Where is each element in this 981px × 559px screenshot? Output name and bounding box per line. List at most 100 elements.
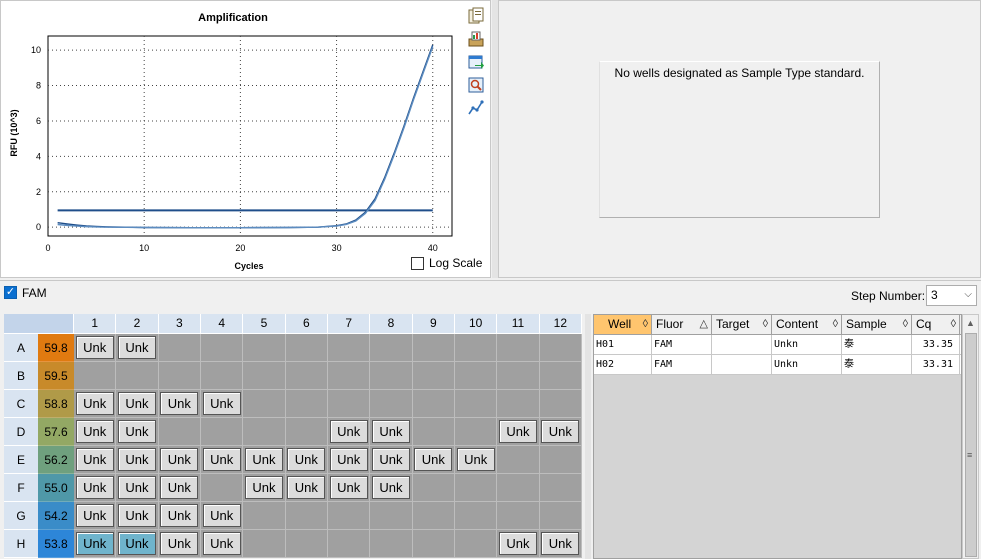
well-B3[interactable]	[158, 362, 201, 390]
well-content-E1[interactable]: Unk	[75, 448, 114, 471]
well-F4[interactable]	[200, 474, 244, 502]
well-C10[interactable]	[454, 390, 498, 418]
zoom-chart-icon[interactable]	[467, 76, 485, 94]
column-header-content[interactable]: Content ◊	[772, 315, 842, 334]
print-chart-icon[interactable]	[467, 30, 485, 48]
column-header-4[interactable]: 4	[200, 314, 244, 334]
well-E3[interactable]: Unk	[158, 446, 201, 474]
well-H7[interactable]	[327, 530, 371, 558]
well-H1[interactable]: Unk	[74, 530, 117, 558]
sort-icon[interactable]: △	[700, 315, 708, 334]
well-C12[interactable]	[539, 390, 582, 418]
column-header-12[interactable]: 12	[539, 314, 582, 334]
well-B4[interactable]	[200, 362, 244, 390]
well-B11[interactable]	[497, 362, 540, 390]
well-B7[interactable]	[327, 362, 371, 390]
well-H4[interactable]: Unk	[200, 530, 244, 558]
well-content-E2[interactable]: Unk	[117, 448, 156, 471]
well-content-E6[interactable]: Unk	[287, 448, 326, 471]
well-D5[interactable]	[243, 418, 286, 446]
export-image-icon[interactable]	[467, 53, 485, 71]
well-E10[interactable]: Unk	[454, 446, 498, 474]
well-F12[interactable]	[539, 474, 582, 502]
well-E11[interactable]	[497, 446, 540, 474]
well-G7[interactable]	[327, 502, 371, 530]
column-header-well[interactable]: Well ◊	[594, 315, 652, 334]
column-header-sample[interactable]: Sample ◊	[842, 315, 912, 334]
well-C1[interactable]: Unk	[74, 390, 117, 418]
well-G6[interactable]	[285, 502, 328, 530]
well-D11[interactable]: Unk	[497, 418, 540, 446]
well-G8[interactable]	[370, 502, 413, 530]
well-B12[interactable]	[539, 362, 582, 390]
fam-checkbox[interactable]: ✓	[4, 286, 17, 299]
well-A3[interactable]	[158, 334, 201, 362]
well-F1[interactable]: Unk	[74, 474, 117, 502]
well-C9[interactable]	[412, 390, 455, 418]
well-A4[interactable]	[200, 334, 244, 362]
column-header-target[interactable]: Target ◊	[712, 315, 772, 334]
column-header-10[interactable]: 10	[454, 314, 498, 334]
well-G12[interactable]	[539, 502, 582, 530]
well-B2[interactable]	[116, 362, 159, 390]
well-H2[interactable]: Unk	[116, 530, 159, 558]
well-content-D7[interactable]: Unk	[329, 420, 368, 443]
well-D10[interactable]	[454, 418, 498, 446]
well-G3[interactable]: Unk	[158, 502, 201, 530]
well-F3[interactable]: Unk	[158, 474, 201, 502]
well-E9[interactable]: Unk	[412, 446, 455, 474]
column-header-3[interactable]: 3	[158, 314, 201, 334]
copy-icon[interactable]	[467, 7, 485, 25]
well-content-F6[interactable]: Unk	[287, 476, 326, 499]
well-B6[interactable]	[285, 362, 328, 390]
well-A7[interactable]	[327, 334, 371, 362]
well-G10[interactable]	[454, 502, 498, 530]
well-C8[interactable]	[370, 390, 413, 418]
well-content-F8[interactable]: Unk	[371, 476, 410, 499]
well-G9[interactable]	[412, 502, 455, 530]
well-content-H4[interactable]: Unk	[202, 532, 241, 555]
sort-icon[interactable]: ◊	[763, 315, 768, 334]
well-content-C1[interactable]: Unk	[75, 392, 114, 415]
well-H10[interactable]	[454, 530, 498, 558]
table-row[interactable]: H02 FAM Unkn 泰 33.31	[594, 355, 961, 375]
well-B8[interactable]	[370, 362, 413, 390]
well-content-G2[interactable]: Unk	[117, 504, 156, 527]
well-content-D8[interactable]: Unk	[371, 420, 410, 443]
well-D2[interactable]: Unk	[116, 418, 159, 446]
well-B9[interactable]	[412, 362, 455, 390]
column-header-5[interactable]: 5	[243, 314, 286, 334]
log-scale-checkbox[interactable]	[411, 256, 424, 270]
well-C5[interactable]	[243, 390, 286, 418]
column-header-cq[interactable]: Cq ◊	[912, 315, 960, 334]
well-content-F5[interactable]: Unk	[244, 476, 283, 499]
scroll-thumb[interactable]: ≡	[965, 333, 977, 557]
well-H11[interactable]: Unk	[497, 530, 540, 558]
column-header-7[interactable]: 7	[327, 314, 371, 334]
step-number-select[interactable]: 3 ⌵	[926, 285, 977, 306]
well-F6[interactable]: Unk	[285, 474, 328, 502]
row-header-C[interactable]: C	[4, 390, 38, 418]
well-content-C3[interactable]: Unk	[160, 392, 199, 415]
well-D1[interactable]: Unk	[74, 418, 117, 446]
column-header-9[interactable]: 9	[412, 314, 455, 334]
well-G4[interactable]: Unk	[200, 502, 244, 530]
well-C4[interactable]: Unk	[200, 390, 244, 418]
well-E2[interactable]: Unk	[116, 446, 159, 474]
well-F7[interactable]: Unk	[327, 474, 371, 502]
well-D4[interactable]	[200, 418, 244, 446]
well-E7[interactable]: Unk	[327, 446, 371, 474]
row-header-B[interactable]: B	[4, 362, 38, 390]
well-content-G3[interactable]: Unk	[160, 504, 199, 527]
well-content-E10[interactable]: Unk	[456, 448, 495, 471]
sort-icon[interactable]: ◊	[951, 315, 956, 334]
well-C7[interactable]	[327, 390, 371, 418]
well-F9[interactable]	[412, 474, 455, 502]
well-C2[interactable]: Unk	[116, 390, 159, 418]
well-content-H3[interactable]: Unk	[160, 532, 199, 555]
well-D6[interactable]	[285, 418, 328, 446]
well-H3[interactable]: Unk	[158, 530, 201, 558]
well-D3[interactable]	[158, 418, 201, 446]
well-content-F2[interactable]: Unk	[117, 476, 156, 499]
well-content-E9[interactable]: Unk	[414, 448, 453, 471]
